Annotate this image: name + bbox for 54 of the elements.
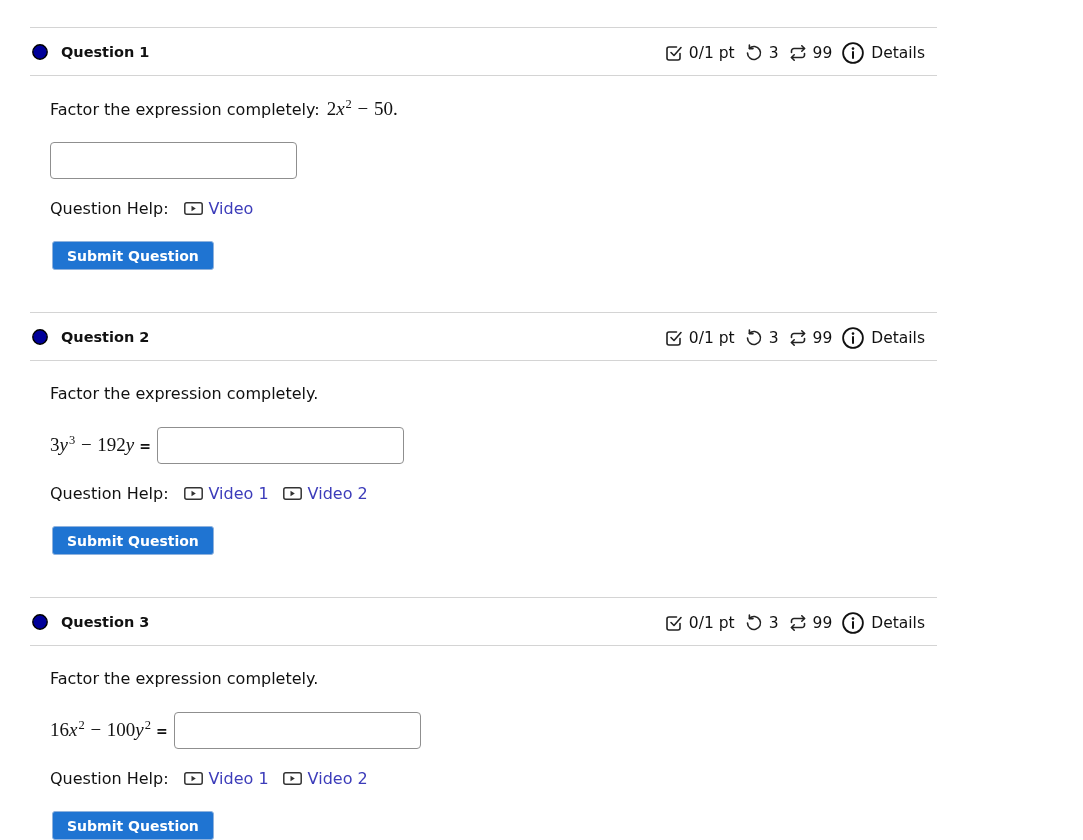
checkbox-tick-icon bbox=[664, 44, 683, 62]
submit-button[interactable]: Submit Question bbox=[52, 811, 214, 840]
retries-count: 3 bbox=[768, 614, 779, 632]
answer-field[interactable] bbox=[50, 142, 297, 179]
video-link[interactable]: Video 2 bbox=[282, 768, 368, 788]
attempts-count: 99 bbox=[812, 614, 833, 632]
circular-arrow-icon bbox=[744, 329, 763, 347]
video-link[interactable]: Video 2 bbox=[282, 483, 368, 503]
status-dot-icon bbox=[32, 613, 48, 630]
repeat-arrows-icon bbox=[788, 329, 807, 347]
answer-field[interactable] bbox=[173, 711, 421, 749]
question-title: Question 3 bbox=[61, 613, 150, 630]
question-prompt: Factor the expression completely. bbox=[50, 384, 320, 404]
retries-count: 3 bbox=[768, 329, 779, 347]
score-text: 0/1 pt bbox=[688, 44, 735, 62]
details-button[interactable]: Details bbox=[842, 612, 925, 634]
play-box-icon bbox=[183, 201, 203, 215]
video-link[interactable]: Video 1 bbox=[183, 483, 269, 503]
submit-button[interactable]: Submit Question bbox=[52, 241, 214, 270]
checkbox-tick-icon bbox=[664, 329, 683, 347]
video-link[interactable]: Video 1 bbox=[183, 768, 269, 788]
play-box-icon bbox=[282, 771, 302, 785]
attempts-count: 99 bbox=[812, 329, 833, 347]
status-dot-icon bbox=[32, 43, 48, 60]
answer-field[interactable] bbox=[156, 426, 404, 464]
question-prompt: Factor the expression completely: 2x$^{2}$ − 50. bbox=[50, 99, 399, 120]
status-dot-icon bbox=[32, 328, 48, 345]
equation-label: 3y$^{3}$ − 192y = bbox=[50, 434, 151, 456]
question-title: Question 1 bbox=[61, 43, 150, 60]
help-label: Question Help: bbox=[50, 768, 169, 788]
attempts-count: 99 bbox=[812, 44, 833, 62]
play-box-icon bbox=[183, 771, 203, 785]
info-icon bbox=[842, 42, 865, 64]
play-box-icon bbox=[183, 486, 203, 500]
info-icon bbox=[842, 612, 865, 634]
circular-arrow-icon bbox=[744, 44, 763, 62]
submit-button[interactable]: Submit Question bbox=[52, 526, 214, 555]
help-label: Question Help: bbox=[50, 198, 169, 218]
circular-arrow-icon bbox=[744, 614, 763, 632]
video-link[interactable]: Video bbox=[183, 198, 254, 218]
info-icon bbox=[842, 327, 865, 349]
repeat-arrows-icon bbox=[788, 44, 807, 62]
retries-count: 3 bbox=[768, 44, 779, 62]
question-prompt: Factor the expression completely. bbox=[50, 669, 320, 689]
checkbox-tick-icon bbox=[664, 614, 683, 632]
question-title: Question 2 bbox=[61, 328, 150, 345]
repeat-arrows-icon bbox=[788, 614, 807, 632]
details-button[interactable]: Details bbox=[842, 42, 925, 64]
play-box-icon bbox=[282, 486, 302, 500]
score-text: 0/1 pt bbox=[688, 329, 735, 347]
score-text: 0/1 pt bbox=[688, 614, 735, 632]
equation-label: 16x$^{2}$ − 100y$^{2}$ = bbox=[50, 719, 168, 741]
help-label: Question Help: bbox=[50, 483, 169, 503]
details-button[interactable]: Details bbox=[842, 327, 925, 349]
